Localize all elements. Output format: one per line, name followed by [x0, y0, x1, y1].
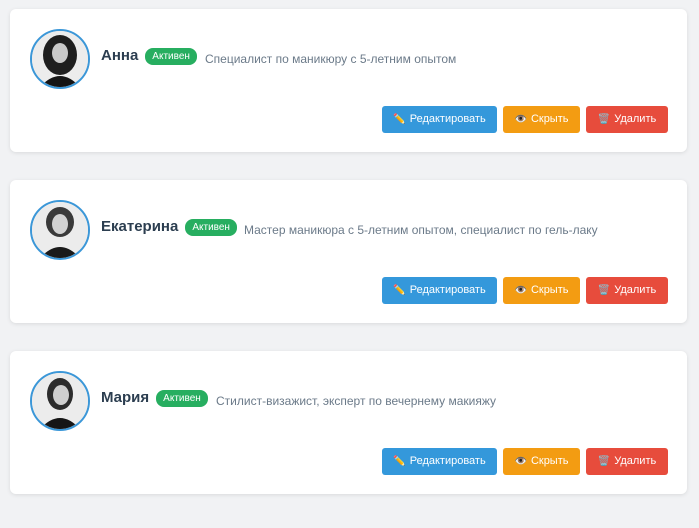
- pencil-icon: ✏️: [393, 285, 406, 296]
- edit-button[interactable]: ✏️ Редактировать: [382, 106, 497, 133]
- avatar: [30, 371, 90, 431]
- edit-button[interactable]: ✏️ Редактировать: [382, 277, 497, 304]
- specialist-name: Мария Активен: [101, 389, 208, 407]
- hide-button[interactable]: 👁️ Скрыть: [503, 448, 580, 475]
- trash-icon: 🗑️: [597, 114, 611, 125]
- trash-icon: 🗑️: [597, 285, 611, 296]
- trash-icon: 🗑️: [597, 456, 611, 467]
- avatar: [30, 200, 90, 260]
- avatar: [30, 29, 90, 89]
- delete-button[interactable]: 🗑️ Удалить: [586, 106, 668, 133]
- hide-button[interactable]: 👁️ Скрыть: [503, 277, 580, 304]
- specialist-card: Анна Активен Специалист по маникюру с 5-л…: [10, 9, 687, 152]
- eye-icon: 👁️: [514, 285, 527, 296]
- specialist-name: Анна Активен: [101, 47, 197, 65]
- specialist-description: Мастер маникюра с 5-летним опытом, специ…: [244, 223, 598, 237]
- specialist-card: Мария Активен Стилист-визажист, эксперт п…: [10, 351, 687, 494]
- status-badge: Активен: [185, 219, 237, 236]
- pencil-icon: ✏️: [393, 114, 406, 125]
- delete-button[interactable]: 🗑️ Удалить: [586, 448, 668, 475]
- hide-button[interactable]: 👁️ Скрыть: [503, 106, 580, 133]
- pencil-icon: ✏️: [393, 456, 406, 467]
- status-badge: Активен: [145, 48, 197, 65]
- specialist-card: Екатерина Активен Мастер маникюра с 5-лет…: [10, 180, 687, 323]
- specialist-description: Специалист по маникюру с 5-летним опытом: [205, 52, 457, 66]
- edit-button[interactable]: ✏️ Редактировать: [382, 448, 497, 475]
- eye-icon: 👁️: [514, 456, 527, 467]
- eye-icon: 👁️: [514, 114, 527, 125]
- status-badge: Активен: [156, 390, 208, 407]
- specialist-name: Екатерина Активен: [101, 218, 237, 236]
- delete-button[interactable]: 🗑️ Удалить: [586, 277, 668, 304]
- specialist-description: Стилист-визажист, эксперт по вечернему м…: [216, 394, 496, 408]
